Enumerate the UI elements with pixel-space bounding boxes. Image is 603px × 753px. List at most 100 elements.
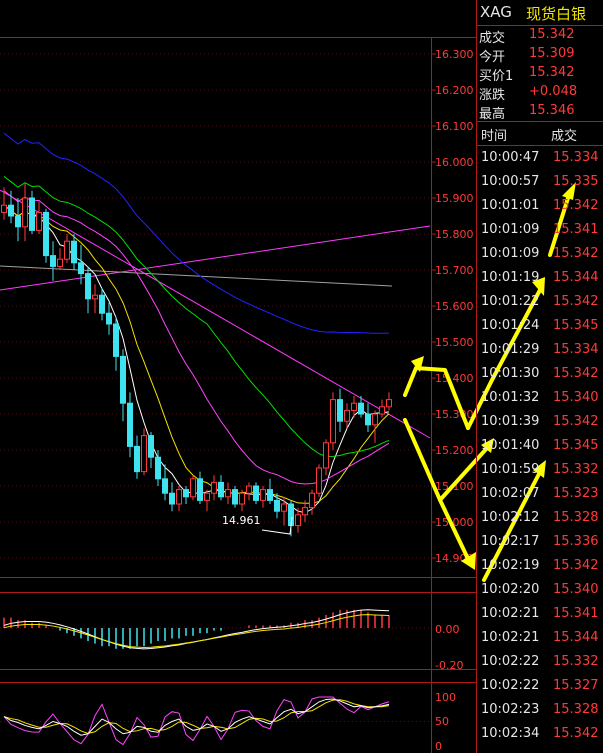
tick-time: 10:02:20 [481,582,540,597]
tick-price: 15.342 [553,414,599,429]
quote-label: 今开 [479,50,506,65]
candle-body [92,294,98,300]
quote-row: 最高 15.346 [477,103,603,123]
quote-label: 最高 [479,107,506,122]
low-annotation: 14.961 [222,514,293,535]
price-tick-label: 15.700 [435,264,474,277]
candlesticks [1,183,392,537]
kdj-tick-label: 0 [435,740,442,753]
tick-price: 15.344 [553,630,599,645]
candle-body [344,409,350,422]
tick-time: 10:01:19 [481,270,540,285]
candle-body [127,402,133,447]
candle-body [113,323,119,357]
tick-time: 10:00:57 [481,174,540,189]
candle-body [43,211,49,257]
tick-time: 10:01:09 [481,222,540,237]
tick-row: 10:00:47 15.334 [477,150,603,174]
quote-value: 15.342 [529,27,575,42]
candle-body [386,399,392,408]
tick-price: 15.334 [553,150,599,165]
divider [477,145,603,146]
tick-time: 10:01:09 [481,246,540,261]
tick-price: 15.328 [553,702,599,717]
tick-price: 15.340 [553,582,599,597]
macd-dea-line [3,614,390,648]
tick-row: 10:02:19 15.342 [477,558,603,582]
candle-body [260,489,266,501]
candle-body [155,456,161,480]
candle-body [372,413,378,426]
candle-body [183,489,189,498]
candle-body [295,514,301,527]
candle-body [274,499,280,512]
tick-row: 10:02:17 15.336 [477,534,603,558]
tick-price: 15.328 [553,510,599,525]
quote-value: +0.048 [529,84,578,99]
quote-row: 买价1 15.342 [477,65,603,85]
price-tick-label: 16.300 [435,48,474,61]
candle-body [281,503,287,512]
ma5-line [3,204,390,514]
candle-body [246,485,252,494]
kdj-panel [0,696,431,746]
tick-row: 10:00:57 15.335 [477,174,603,198]
tick-price: 15.334 [553,342,599,357]
candle-body [225,489,231,498]
tick-row: 10:01:09 15.342 [477,246,603,270]
macd-tick-label: 0.00 [435,623,460,636]
tick-price: 15.342 [553,246,599,261]
quote-row: 今开 15.309 [477,46,603,66]
tick-price: 15.342 [553,558,599,573]
tick-price: 15.332 [553,462,599,477]
candle-body [8,204,14,217]
candle-body [204,492,210,501]
tick-time: 10:01:22 [481,294,540,309]
tick-price: 15.327 [553,678,599,693]
tick-price: 15.323 [553,486,599,501]
tick-time: 10:00:47 [481,150,540,165]
moving-average-lines [3,132,390,514]
quote-value: 15.309 [529,46,575,61]
tick-row: 10:02:12 15.328 [477,510,603,534]
candle-body [120,355,126,404]
candle-body [85,273,91,300]
candle-body [337,399,343,422]
quote-panel: XAG 现货白银 成交 15.342 今开 15.309 买价1 15.342 涨跌 +0.0… [476,0,603,753]
tick-row: 10:01:22 15.342 [477,294,603,318]
candle-body [50,255,56,267]
candle-body [232,489,238,505]
candle-body [169,492,175,505]
quote-value: 15.346 [529,103,575,118]
ma10-line [3,204,390,504]
candle-body [330,399,336,444]
candle-body [71,240,77,264]
kdj-k-line [3,698,390,736]
ticks-header-time: 时间 [481,129,508,144]
tick-row: 10:01:24 15.345 [477,318,603,342]
tick-time: 10:01:40 [481,438,540,453]
trend-line-falling [0,189,431,439]
tick-price: 15.342 [553,366,599,381]
low-price-leader [261,516,293,535]
tick-price: 15.336 [553,534,599,549]
candle-body [99,294,105,314]
kdj-d-line [3,699,390,734]
price-tick-label: 15.600 [435,300,474,313]
quote-label: 买价1 [479,69,514,84]
tick-row: 10:01:40 15.345 [477,438,603,462]
tick-time: 10:01:24 [481,318,540,333]
candle-body [239,492,245,505]
tick-row: 10:01:19 15.344 [477,270,603,294]
candle-body [148,435,154,458]
price-tick-label: 16.000 [435,156,474,169]
tick-row: 10:02:21 15.344 [477,630,603,654]
candle-body [267,489,273,501]
tick-time: 10:02:21 [481,630,540,645]
tick-price: 15.335 [553,174,599,189]
candle-body [15,215,21,228]
candle-body [351,402,357,411]
kdj-tick-label: 50 [435,715,449,728]
tick-row: 10:02:34 15.342 [477,726,603,750]
macd-panel [0,609,431,650]
